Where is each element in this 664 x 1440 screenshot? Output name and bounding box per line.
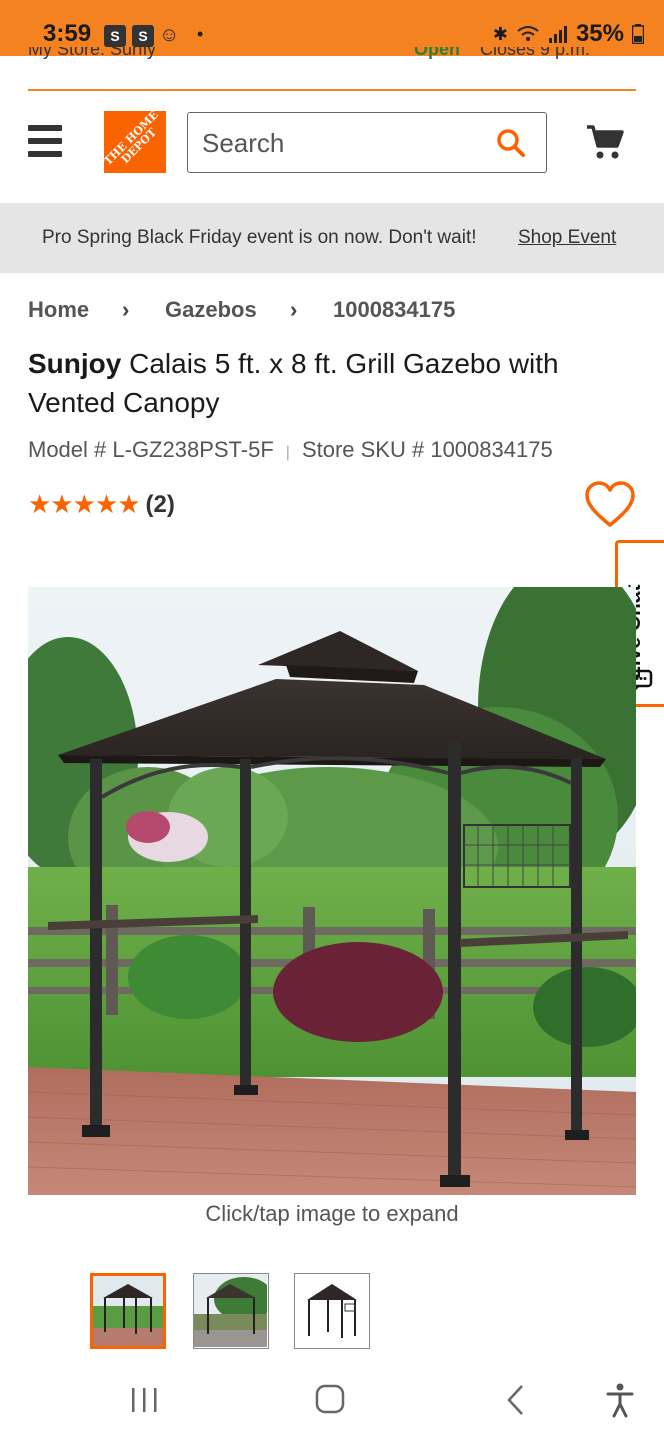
review-count[interactable]: (2) [146,491,175,519]
status-time: 3:59 [43,20,92,47]
menu-button[interactable] [28,125,62,159]
model-info: Model # L-GZ238PST-5F | Store SKU # 100083… [28,437,553,463]
system-nav-bar [0,1360,664,1440]
store-open-status: Open [414,47,461,59]
search-placeholder: Search [202,128,285,158]
wifi-icon [517,26,539,41]
rating[interactable]: ★★★★★ (2) [28,489,175,520]
notification-badge: S [104,25,126,47]
recent-apps-icon[interactable] [124,1382,164,1418]
thumbnail-2[interactable] [193,1273,269,1349]
dot-icon: • [197,24,204,44]
accessibility-icon[interactable] [600,1382,640,1418]
notification-badge: S [132,25,154,47]
promo-banner: Pro Spring Black Friday event is on now.… [0,203,664,273]
separator: | [285,444,290,461]
battery-icon [632,24,644,44]
star-rating-icon: ★★★★★ [28,489,141,519]
product-brand[interactable]: Sunjoy [28,348,121,379]
expand-hint: Click/tap image to expand [205,1201,459,1226]
store-sku: Store SKU # 1000834175 [301,437,553,462]
home-icon[interactable] [310,1382,350,1418]
shop-event-link[interactable]: Shop Event [518,227,616,249]
thumbnail-3[interactable] [294,1273,370,1349]
model-number: Model # L-GZ238PST-5F [28,437,274,462]
bluetooth-icon: ✱ [492,23,508,44]
search-icon[interactable] [496,128,526,158]
chevron-right-icon: › [290,297,298,322]
home-depot-logo[interactable]: THE HOME DEPOT [104,111,166,173]
logo-text: THE HOME DEPOT [104,111,161,168]
my-store-label: My Store: Surfly [28,47,157,59]
battery-percent: 35% [575,20,624,47]
breadcrumb-sku[interactable]: 1000834175 [333,297,455,323]
back-icon[interactable] [497,1382,537,1418]
thumbnail-1[interactable] [90,1273,166,1349]
promo-text: Pro Spring Black Friday event is on now.… [42,227,477,248]
divider [28,89,636,91]
product-image[interactable] [28,587,636,1195]
status-right: ✱ 35% [493,20,644,48]
message-icon: ☺ [159,24,180,46]
breadcrumb-home[interactable]: Home [28,297,89,323]
chevron-right-icon: › [122,297,130,322]
store-closing-time: Closes 9 p.m. [480,47,591,59]
breadcrumb-gazebos[interactable]: Gazebos [165,297,257,323]
signal-icon [548,26,567,43]
cart-icon[interactable] [586,124,624,160]
product-title: Sunjoy Calais 5 ft. x 8 ft. Grill Gazebo… [28,344,628,422]
search-input[interactable]: Search [187,112,547,173]
store-bar[interactable]: My Store: Surfly Open Closes 9 p.m. [28,47,636,65]
